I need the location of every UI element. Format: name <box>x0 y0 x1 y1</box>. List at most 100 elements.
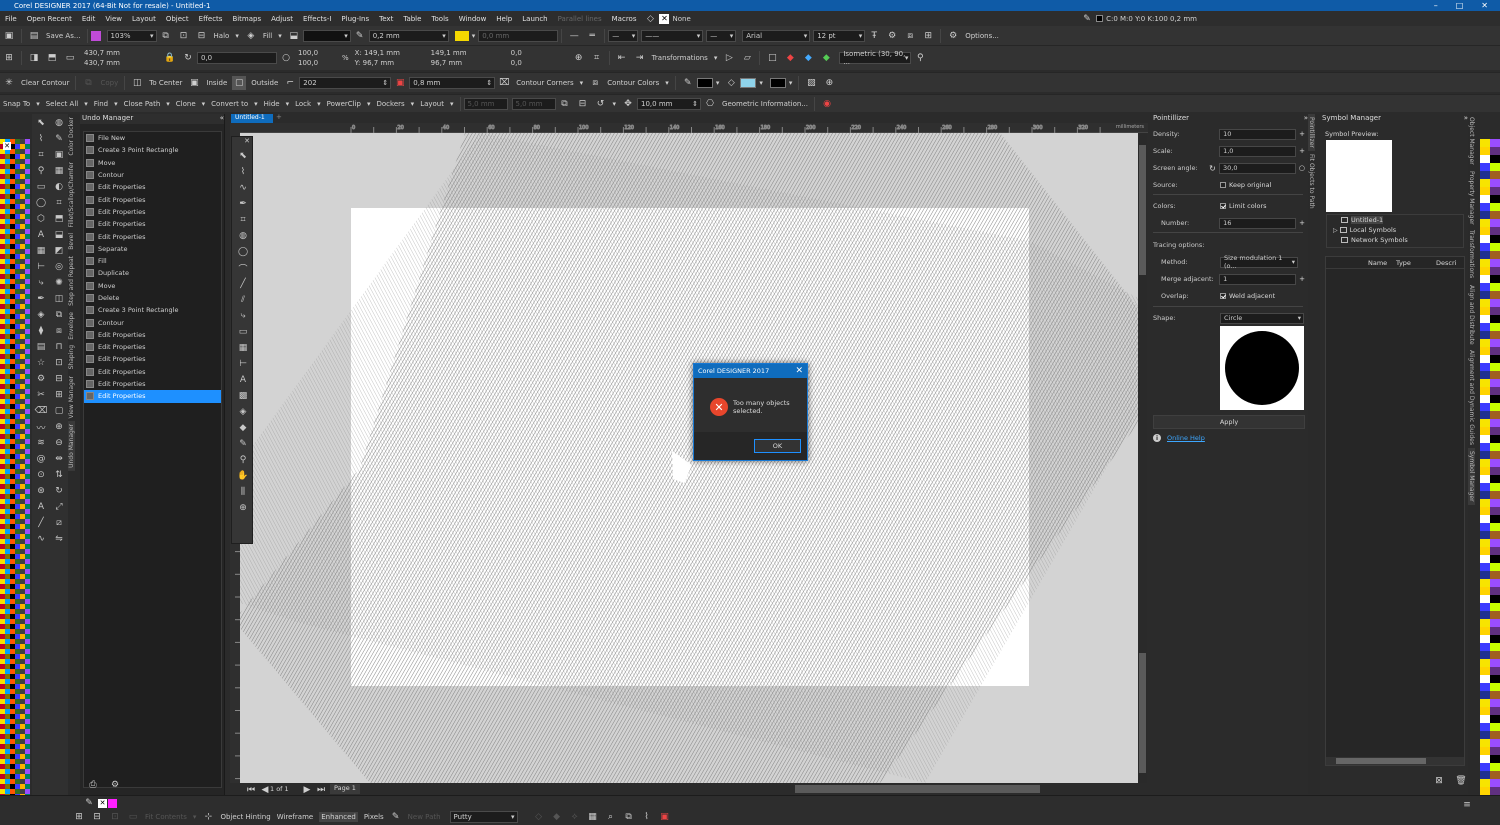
palette-swatch[interactable] <box>1480 179 1490 187</box>
scale-field[interactable]: 1,0 <box>1219 145 1297 157</box>
palette-swatch[interactable] <box>1490 635 1500 643</box>
palette-swatch[interactable] <box>1480 627 1490 635</box>
enhanced-button[interactable]: Enhanced <box>319 812 358 822</box>
options-button[interactable]: Options... <box>965 32 999 40</box>
menu-window[interactable]: Window <box>459 15 487 23</box>
tab-undo-manager[interactable]: Undo Manager <box>68 421 75 472</box>
hide-button[interactable]: Hide <box>264 100 280 108</box>
density-plus-icon[interactable]: + <box>1299 130 1305 138</box>
number-plus-icon[interactable]: + <box>1299 219 1305 227</box>
clear-contour-button[interactable]: Clear Contour <box>21 79 69 87</box>
page-tab[interactable]: Page 1 <box>330 784 360 794</box>
menu-effects[interactable]: Effects <box>199 15 223 23</box>
fit-contents-button[interactable]: Fit Contents <box>145 813 187 821</box>
palette-swatch[interactable] <box>1480 715 1490 723</box>
table-tool-icon[interactable]: ▦ <box>236 341 250 355</box>
palette-swatch[interactable] <box>1480 691 1490 699</box>
palette-swatch[interactable] <box>1480 667 1490 675</box>
undo-item[interactable]: Edit Properties <box>84 341 221 353</box>
order-icon[interactable]: ⇅ <box>52 468 66 482</box>
horizontal-scroll-thumb[interactable] <box>795 785 1040 793</box>
ungroup-icon[interactable]: ⊟ <box>576 97 590 111</box>
toolbox-close-icon[interactable]: ✕ <box>232 137 252 147</box>
palette-swatch[interactable] <box>1490 627 1500 635</box>
palette-swatch[interactable] <box>1480 587 1490 595</box>
palette-swatch[interactable] <box>1490 747 1500 755</box>
artistic-media-icon[interactable]: ⫼ <box>236 485 250 499</box>
palette-swatch[interactable] <box>1490 507 1500 515</box>
save-as-button[interactable]: Save As... <box>46 32 81 40</box>
palette-swatch[interactable] <box>1490 579 1500 587</box>
density-field[interactable]: 10 <box>1219 128 1297 140</box>
palette-swatch[interactable] <box>1490 771 1500 779</box>
menu-layout[interactable]: Layout <box>132 15 156 23</box>
palette-swatch[interactable] <box>1480 219 1490 227</box>
palette-swatch[interactable] <box>1490 603 1500 611</box>
palette-swatch[interactable] <box>1480 643 1490 651</box>
align-tool-icon[interactable]: ⇹ <box>52 452 66 466</box>
palette-swatch[interactable] <box>1490 539 1500 547</box>
palette-swatch[interactable] <box>1490 715 1500 723</box>
grid-snap-icon[interactable]: ⌗ <box>590 51 604 65</box>
menu-object[interactable]: Object <box>166 15 189 23</box>
menu-file[interactable]: File <box>5 15 17 23</box>
scale-plus-icon[interactable]: + <box>1299 147 1305 155</box>
table-status-icon[interactable]: ▦ <box>586 810 600 824</box>
wireframe-button[interactable]: Wireframe <box>277 813 314 821</box>
menu-help[interactable]: Help <box>496 15 512 23</box>
vba-icon[interactable]: ⚙ <box>108 778 122 792</box>
number-field[interactable]: 16 <box>1219 217 1297 229</box>
palette-swatch[interactable] <box>1490 691 1500 699</box>
palette-swatch[interactable] <box>1490 395 1500 403</box>
zoom-level-field[interactable]: 103% ▾ <box>106 29 157 42</box>
save-as-icon[interactable]: ▤ <box>27 29 41 43</box>
palette-swatch[interactable] <box>1490 547 1500 555</box>
vertical-scroll-thumb[interactable] <box>1139 145 1146 275</box>
copy-button[interactable]: Copy <box>100 79 118 87</box>
connector-icon[interactable]: ⤷ <box>34 276 48 290</box>
palette-swatch[interactable] <box>1480 499 1490 507</box>
node3-icon[interactable]: ⟡ <box>568 810 582 824</box>
palette-swatch[interactable] <box>1490 595 1500 603</box>
palette-swatch[interactable] <box>1480 659 1490 667</box>
palette-swatch[interactable] <box>1480 291 1490 299</box>
palette-swatch[interactable] <box>1490 251 1500 259</box>
palette-swatch[interactable] <box>1480 211 1490 219</box>
undo-item[interactable]: Create 3 Point Rectangle <box>84 304 221 316</box>
palette-swatch[interactable] <box>1490 219 1500 227</box>
roughen-icon[interactable]: ≋ <box>34 436 48 450</box>
palette-swatch[interactable] <box>1480 483 1490 491</box>
halo-button[interactable]: Halo <box>214 32 230 40</box>
column-type[interactable]: Type <box>1392 259 1422 267</box>
palette-swatch[interactable] <box>1490 571 1500 579</box>
menu-open-recent[interactable]: Open Recent <box>27 15 72 23</box>
palette-swatch[interactable] <box>1480 379 1490 387</box>
menu-edit[interactable]: Edit <box>82 15 96 23</box>
palette-swatch[interactable] <box>1480 387 1490 395</box>
palette-swatch[interactable] <box>1480 275 1490 283</box>
contour-corners-button[interactable]: Contour Corners <box>516 79 573 87</box>
palette-swatch[interactable] <box>1480 635 1490 643</box>
tab-shaping[interactable]: Shaping <box>68 342 75 372</box>
palette-swatch[interactable] <box>1490 411 1500 419</box>
tab-align-distribute[interactable]: Align and Distribute <box>1468 282 1475 348</box>
outside-icon[interactable]: ▢ <box>232 75 247 90</box>
tab-view-manager[interactable]: View Manager <box>68 373 75 421</box>
text-format-icon[interactable]: Ŧ <box>867 29 881 43</box>
putty-dropdown[interactable]: Putty ▾ <box>449 811 518 823</box>
palette-swatch[interactable] <box>1490 211 1500 219</box>
outline-color-swatch[interactable] <box>454 30 469 41</box>
merge-plus-icon[interactable]: + <box>1299 275 1305 283</box>
fill-color-cyan[interactable] <box>740 77 757 88</box>
clone-button[interactable]: Clone <box>176 100 196 108</box>
palette-swatch[interactable] <box>1480 147 1490 155</box>
apply-button[interactable]: Apply <box>1153 415 1305 429</box>
font-picker[interactable]: Arial ▾ <box>742 29 811 42</box>
palette-swatch[interactable] <box>1480 267 1490 275</box>
tab-transformations[interactable]: Transformations <box>1468 227 1475 281</box>
save-undo-icon[interactable]: ⎙ <box>86 778 100 792</box>
menu-table[interactable]: Table <box>403 15 421 23</box>
palette-swatch[interactable] <box>1490 451 1500 459</box>
fill-color-picker[interactable]: ▾ <box>302 29 351 42</box>
palette-swatch[interactable] <box>1480 723 1490 731</box>
